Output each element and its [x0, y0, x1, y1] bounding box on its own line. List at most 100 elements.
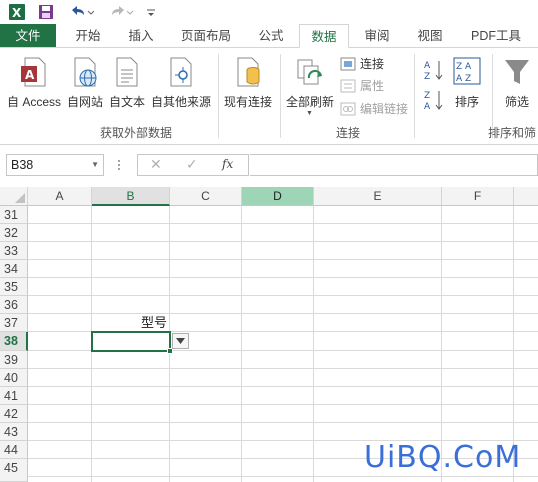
text-file-icon: [112, 56, 142, 88]
name-box[interactable]: B38 ▼: [6, 154, 104, 176]
row-header[interactable]: 41: [0, 387, 28, 405]
svg-text:Z: Z: [424, 72, 430, 82]
excel-logo-icon: X: [6, 2, 28, 22]
column-header-c[interactable]: C: [170, 187, 242, 206]
quick-access-toolbar: X: [0, 0, 538, 24]
edit-links-label: 编辑链接: [360, 102, 409, 116]
tab-file[interactable]: 文件: [0, 24, 56, 48]
selected-cell-b38[interactable]: [91, 331, 171, 352]
name-box-value: B38: [11, 158, 34, 172]
row-header[interactable]: 45: [0, 459, 28, 482]
row-header[interactable]: 34: [0, 260, 28, 278]
row-header[interactable]: 43: [0, 423, 28, 441]
connections-button[interactable]: 连接: [340, 54, 384, 74]
insert-function-icon[interactable]: fx: [222, 157, 233, 171]
worksheet-grid[interactable]: A B C D E F 31 32 33 34 35 36 37 38 39 4…: [0, 187, 538, 482]
tab-formulas[interactable]: 公式: [246, 24, 296, 48]
undo-icon[interactable]: [66, 2, 96, 22]
formula-input[interactable]: [250, 154, 538, 176]
connections-icon: [340, 57, 356, 71]
gridline: [28, 368, 538, 369]
refresh-icon: [295, 56, 325, 88]
row-header[interactable]: 32: [0, 224, 28, 242]
column-header-d[interactable]: D: [242, 187, 314, 206]
existing-connections-button[interactable]: 现有连接: [222, 54, 274, 110]
row-header[interactable]: 31: [0, 206, 28, 224]
refresh-all-label: 全部刷新: [285, 95, 334, 109]
row-header[interactable]: 39: [0, 351, 28, 369]
gridline: [28, 404, 538, 405]
separator: [414, 54, 415, 138]
svg-text:Z A: Z A: [456, 62, 472, 72]
from-web-label: 自网站: [66, 95, 103, 109]
column-header-a[interactable]: A: [28, 187, 92, 206]
separator: [218, 54, 219, 138]
existing-connections-icon: [233, 56, 263, 88]
from-access-button[interactable]: A 自 Access: [4, 54, 64, 110]
cancel-icon[interactable]: ✕: [150, 156, 162, 173]
watermark: UiBQ.CoM: [364, 440, 522, 475]
tab-home[interactable]: 开始: [62, 24, 114, 48]
sort-za-icon[interactable]: ZA: [423, 88, 445, 112]
access-icon: A: [19, 56, 49, 88]
svg-text:A: A: [424, 102, 431, 112]
row-header[interactable]: 36: [0, 296, 28, 314]
column-header-f[interactable]: F: [442, 187, 514, 206]
formula-buttons: ✕ ✓ fx: [137, 154, 249, 176]
sort-filter-group-label: 排序和筛: [488, 126, 537, 140]
tab-page-layout[interactable]: 页面布局: [170, 24, 242, 48]
row-header[interactable]: 40: [0, 369, 28, 387]
cell-b37[interactable]: 型号: [92, 314, 169, 332]
svg-text:A: A: [25, 68, 35, 82]
row-header[interactable]: 42: [0, 405, 28, 423]
gridline: [28, 295, 538, 296]
row-header-selected[interactable]: 38: [0, 332, 28, 351]
filter-button[interactable]: 筛选: [496, 54, 538, 110]
data-validation-dropdown-button[interactable]: [172, 333, 189, 349]
redo-icon: [106, 2, 136, 22]
gridline: [241, 206, 242, 482]
from-other-sources-label: 自其他来源: [150, 95, 211, 109]
from-other-sources-button[interactable]: 自其他来源: [148, 54, 214, 110]
customize-icon[interactable]: [144, 2, 158, 22]
edit-links-button: 编辑链接: [340, 99, 408, 119]
from-text-button[interactable]: 自文本: [106, 54, 148, 110]
row-header[interactable]: 35: [0, 278, 28, 296]
gridline: [28, 277, 538, 278]
row-header[interactable]: 33: [0, 242, 28, 260]
column-header-next[interactable]: [514, 187, 538, 206]
column-header-b[interactable]: B: [92, 187, 170, 206]
column-header-e[interactable]: E: [314, 187, 442, 206]
formula-bar: B38 ▼ ✕ ✓ fx: [0, 145, 538, 187]
refresh-all-button[interactable]: 全部刷新: [284, 54, 336, 110]
tab-data[interactable]: 数据: [299, 24, 349, 48]
edit-links-icon: [340, 102, 356, 116]
properties-icon: [340, 79, 356, 93]
from-text-label: 自文本: [108, 95, 145, 109]
tab-review[interactable]: 审阅: [352, 24, 402, 48]
row-header[interactable]: 44: [0, 441, 28, 459]
existing-connections-label: 现有连接: [223, 95, 272, 109]
tab-view[interactable]: 视图: [405, 24, 455, 48]
sort-az-icon[interactable]: AZ: [423, 58, 445, 82]
tab-pdf-tools[interactable]: PDF工具: [460, 24, 532, 48]
refresh-dropdown-icon[interactable]: ▼: [306, 110, 313, 117]
name-box-dropdown-icon[interactable]: ▼: [91, 155, 99, 175]
save-icon[interactable]: [36, 2, 56, 22]
confirm-icon[interactable]: ✓: [186, 156, 198, 173]
select-all-corner[interactable]: [0, 187, 28, 206]
properties-label: 属性: [360, 79, 385, 93]
formula-bar-grip-icon[interactable]: [116, 157, 122, 173]
from-web-button[interactable]: 自网站: [64, 54, 106, 110]
properties-button: 属性: [340, 76, 384, 96]
svg-text:A: A: [424, 61, 431, 71]
web-icon: [70, 56, 100, 88]
gridline: [28, 386, 538, 387]
ribbon: A 自 Access 自网站 自文本 自其他来源 获取外部数据 现有连接 全部刷: [0, 48, 538, 145]
separator: [280, 54, 281, 138]
gridline: [28, 476, 538, 477]
tab-insert[interactable]: 插入: [116, 24, 166, 48]
sort-button[interactable]: Z A A Z 排序: [446, 54, 488, 110]
row-header[interactable]: 37: [0, 314, 28, 332]
gridline: [28, 223, 538, 224]
